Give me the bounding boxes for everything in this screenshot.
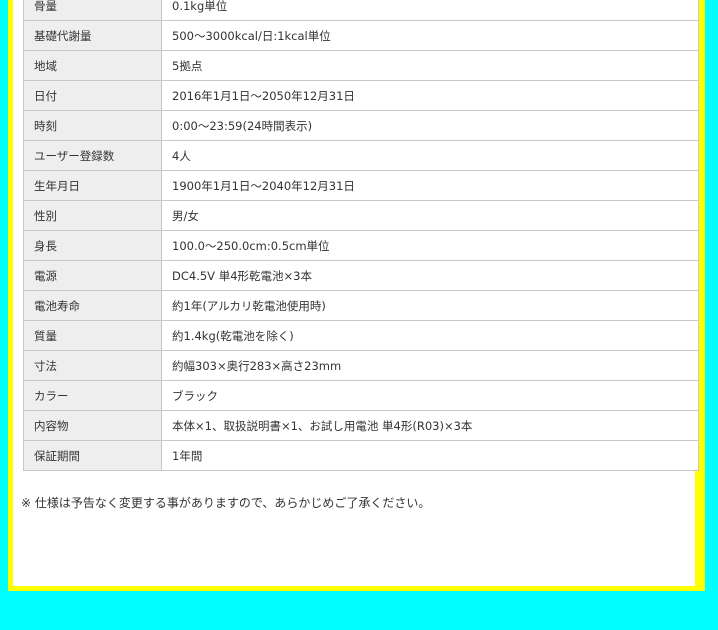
- spec-label: 質量: [23, 320, 162, 351]
- spec-label: 身長: [23, 230, 162, 261]
- spec-value: DC4.5V 単4形乾電池×3本: [161, 260, 699, 291]
- spec-row: 性別 男/女: [23, 200, 699, 231]
- spec-value: 0.1kg単位: [161, 0, 699, 21]
- spec-value: 2016年1月1日～2050年12月31日: [161, 80, 699, 111]
- spec-row: カラー ブラック: [23, 380, 699, 411]
- spec-row: 質量 約1.4kg(乾電池を除く): [23, 320, 699, 351]
- spec-row: 寸法 約幅303×奥行283×高さ23mm: [23, 350, 699, 381]
- spec-table-body: 骨量 0.1kg単位 基礎代謝量 500～3000kcal/日:1kcal単位 地域 5拠…: [23, 0, 699, 471]
- spec-row: 基礎代謝量 500～3000kcal/日:1kcal単位: [23, 20, 699, 51]
- spec-value: ブラック: [161, 380, 699, 411]
- content-panel: 骨量 0.1kg単位 基礎代謝量 500～3000kcal/日:1kcal単位 地域 5拠…: [13, 0, 699, 586]
- spec-label: 電源: [23, 260, 162, 291]
- spec-label: 地域: [23, 50, 162, 81]
- spec-row: 身長 100.0～250.0cm:0.5cm単位: [23, 230, 699, 261]
- spec-value: 0:00～23:59(24時間表示): [161, 110, 699, 141]
- spec-value: 100.0～250.0cm:0.5cm単位: [161, 230, 699, 261]
- spec-value: 約1年(アルカリ乾電池使用時): [161, 290, 699, 321]
- spec-value: 4人: [161, 140, 699, 171]
- spec-row: 骨量 0.1kg単位: [23, 0, 699, 21]
- spec-row: 保証期間 1年間: [23, 440, 699, 471]
- page-frame: 骨量 0.1kg単位 基礎代謝量 500～3000kcal/日:1kcal単位 地域 5拠…: [8, 0, 705, 591]
- spec-label: カラー: [23, 380, 162, 411]
- spec-row: 日付 2016年1月1日～2050年12月31日: [23, 80, 699, 111]
- spec-label: ユーザー登録数: [23, 140, 162, 171]
- spec-label: 生年月日: [23, 170, 162, 201]
- spec-row: 電源 DC4.5V 単4形乾電池×3本: [23, 260, 699, 291]
- spec-row: 地域 5拠点: [23, 50, 699, 81]
- spec-label: 電池寿命: [23, 290, 162, 321]
- spec-label: 骨量: [23, 0, 162, 21]
- spec-label: 日付: [23, 80, 162, 111]
- spec-row: 時刻 0:00～23:59(24時間表示): [23, 110, 699, 141]
- spec-label: 時刻: [23, 110, 162, 141]
- spec-value: 1年間: [161, 440, 699, 471]
- spec-row: ユーザー登録数 4人: [23, 140, 699, 171]
- spec-value: 男/女: [161, 200, 699, 231]
- spec-label: 基礎代謝量: [23, 20, 162, 51]
- spec-value: 本体×1、取扱説明書×1、お試し用電池 単4形(R03)×3本: [161, 410, 699, 441]
- spec-row: 内容物 本体×1、取扱説明書×1、お試し用電池 単4形(R03)×3本: [23, 410, 699, 441]
- spec-table: 骨量 0.1kg単位 基礎代謝量 500～3000kcal/日:1kcal単位 地域 5拠…: [23, 0, 699, 471]
- spec-row: 電池寿命 約1年(アルカリ乾電池使用時): [23, 290, 699, 321]
- spec-value: 5拠点: [161, 50, 699, 81]
- spec-label: 保証期間: [23, 440, 162, 471]
- disclaimer-note: ※ 仕様は予告なく変更する事がありますので、あらかじめご了承ください。: [21, 496, 431, 510]
- spec-value: 500～3000kcal/日:1kcal単位: [161, 20, 699, 51]
- spec-label: 寸法: [23, 350, 162, 381]
- spec-label: 性別: [23, 200, 162, 231]
- spec-value: 約1.4kg(乾電池を除く): [161, 320, 699, 351]
- spec-value: 1900年1月1日～2040年12月31日: [161, 170, 699, 201]
- spec-value: 約幅303×奥行283×高さ23mm: [161, 350, 699, 381]
- spec-row: 生年月日 1900年1月1日～2040年12月31日: [23, 170, 699, 201]
- spec-label: 内容物: [23, 410, 162, 441]
